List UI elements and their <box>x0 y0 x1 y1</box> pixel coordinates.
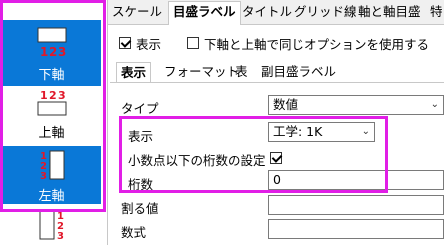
display-select-value: 工学: 1K <box>273 124 323 139</box>
formula-label: 数式 <box>121 225 147 240</box>
top-tab-strip: スケール 目盛ラベル タイトル グリッド線 軸と軸目盛 特 <box>108 0 444 25</box>
same-option-checkbox-label: 下軸と上軸で同じオプションを使用する <box>204 37 430 52</box>
tick-1: 1 <box>40 45 48 59</box>
display-label: 表示 <box>128 129 154 144</box>
right-axis-icon: 1 2 3 <box>39 210 64 242</box>
inner-tab-table[interactable]: 表 <box>235 62 248 82</box>
tab-title[interactable]: タイトル <box>242 2 292 22</box>
axis-label-top: 上軸 <box>38 126 65 141</box>
top-axis-icon: 1 2 3 <box>37 89 66 116</box>
inner-tab-format[interactable]: フォーマット <box>164 62 239 82</box>
digits-label: 桁数 <box>128 177 154 192</box>
decimals-label: 小数点以下の桁数の設定 <box>128 153 266 168</box>
axis-item-left[interactable]: 1 2 3 左軸 <box>2 146 101 204</box>
inner-tab-display[interactable]: 表示 <box>116 62 152 83</box>
digits-input-value: 0 <box>273 172 281 187</box>
show-checkbox-label: 表示 <box>136 37 162 52</box>
display-select[interactable]: 工学: 1K ⌄ <box>268 122 375 142</box>
tab-special[interactable]: 特 <box>430 2 443 22</box>
chevron-down-icon: ⌄ <box>430 99 439 110</box>
inner-tab-minor-tick-labels[interactable]: 副目盛ラベル <box>261 62 336 82</box>
tick-3: 3 <box>58 45 66 59</box>
divide-label: 割る値 <box>121 201 159 216</box>
axis-item-top[interactable]: 1 2 3 上軸 <box>2 86 101 144</box>
digits-input[interactable]: 0 <box>268 170 444 190</box>
left-axis-icon: 1 2 3 <box>40 150 64 181</box>
tick-3: 3 <box>40 171 47 181</box>
tab-scale[interactable]: スケール <box>112 2 162 22</box>
divide-input[interactable] <box>268 195 444 215</box>
same-option-checkbox[interactable] <box>187 37 199 49</box>
inner-tab-divider <box>110 82 444 83</box>
panel-divider <box>107 0 108 245</box>
axis-label-left: 左軸 <box>38 189 65 204</box>
bottom-axis-icon: 1 2 3 <box>37 27 66 59</box>
type-label: タイプ <box>121 101 159 116</box>
type-select-value: 数値 <box>273 97 299 112</box>
formula-input[interactable] <box>268 219 444 239</box>
chevron-down-icon: ⌄ <box>361 126 370 137</box>
show-checkbox[interactable] <box>119 37 131 49</box>
tick-1: 1 <box>40 89 48 102</box>
tab-tick-labels[interactable]: 目盛ラベル <box>168 1 241 25</box>
tick-3: 3 <box>57 231 64 242</box>
tick-2: 2 <box>49 45 57 59</box>
tab-axis-and-ticks[interactable]: 軸と軸目盛 <box>358 2 421 22</box>
axis-selector-panel: 1 2 3 下軸 1 2 3 上軸 1 2 3 左軸 1 2 3 <box>0 0 105 245</box>
tick-3: 3 <box>58 89 66 102</box>
axis-label-bottom: 下軸 <box>38 68 65 83</box>
axis-item-bottom[interactable]: 1 2 3 下軸 <box>2 20 101 86</box>
axis-item-right[interactable]: 1 2 3 <box>2 206 101 245</box>
decimals-checkbox[interactable] <box>270 152 282 164</box>
type-select[interactable]: 数値 ⌄ <box>268 95 444 115</box>
tick-2: 2 <box>49 89 57 102</box>
tab-grid-lines[interactable]: グリッド線 <box>294 2 357 22</box>
